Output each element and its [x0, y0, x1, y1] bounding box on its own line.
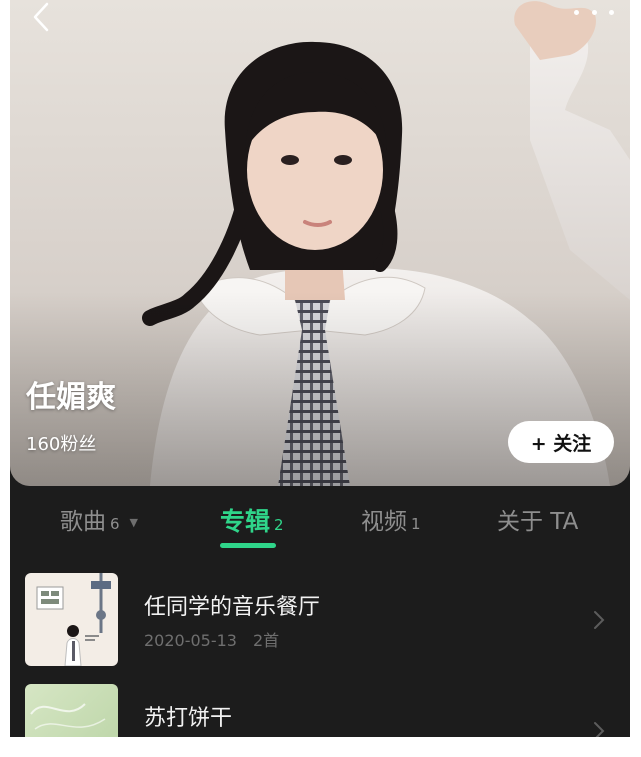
fans-count: 160粉丝	[26, 434, 97, 455]
artist-hero: 任媚爽 160粉丝 + 关注	[10, 0, 630, 486]
active-tab-indicator	[220, 543, 276, 548]
tab-songs-count: 6	[110, 515, 120, 533]
follow-button[interactable]: + 关注	[508, 421, 614, 463]
chevron-right-icon	[594, 611, 605, 629]
tab-albums-label: 专辑	[220, 507, 271, 536]
album-item[interactable]: 任同学的音乐餐厅 2020-05-13 2首	[10, 573, 630, 668]
tab-about[interactable]: 关于 TA	[497, 502, 578, 536]
tab-songs-label: 歌曲	[60, 509, 106, 535]
tab-videos-label: 视频	[361, 509, 407, 535]
tab-songs[interactable]: 歌曲 6 ▼	[60, 502, 138, 536]
more-dots-icon[interactable]	[574, 2, 614, 22]
back-arrow-icon[interactable]	[24, 0, 58, 34]
album-track-count: 2首	[252, 631, 280, 650]
artist-name: 任媚爽	[26, 380, 116, 415]
tab-albums[interactable]: 专辑 2	[220, 502, 284, 536]
tab-albums-count: 2	[274, 516, 284, 534]
tab-videos[interactable]: 视频 1	[361, 502, 421, 536]
album-meta: 2020-05-13 2首	[144, 627, 279, 651]
album-item[interactable]: 苏打饼干	[10, 684, 630, 737]
album-title: 任同学的音乐餐厅	[144, 595, 321, 620]
album-title: 苏打饼干	[144, 706, 233, 731]
chevron-right-icon	[594, 722, 605, 737]
tab-about-label: 关于 TA	[497, 509, 579, 535]
artist-page: 任媚爽 160粉丝 + 关注 歌曲 6 ▼ 专辑 2 视频 1 关于 TA 任同…	[10, 0, 630, 737]
tab-videos-count: 1	[411, 515, 421, 533]
album-cover	[25, 573, 118, 666]
album-cover	[25, 684, 118, 737]
dropdown-caret-icon[interactable]: ▼	[130, 516, 138, 529]
album-date: 2020-05-13	[144, 631, 237, 650]
